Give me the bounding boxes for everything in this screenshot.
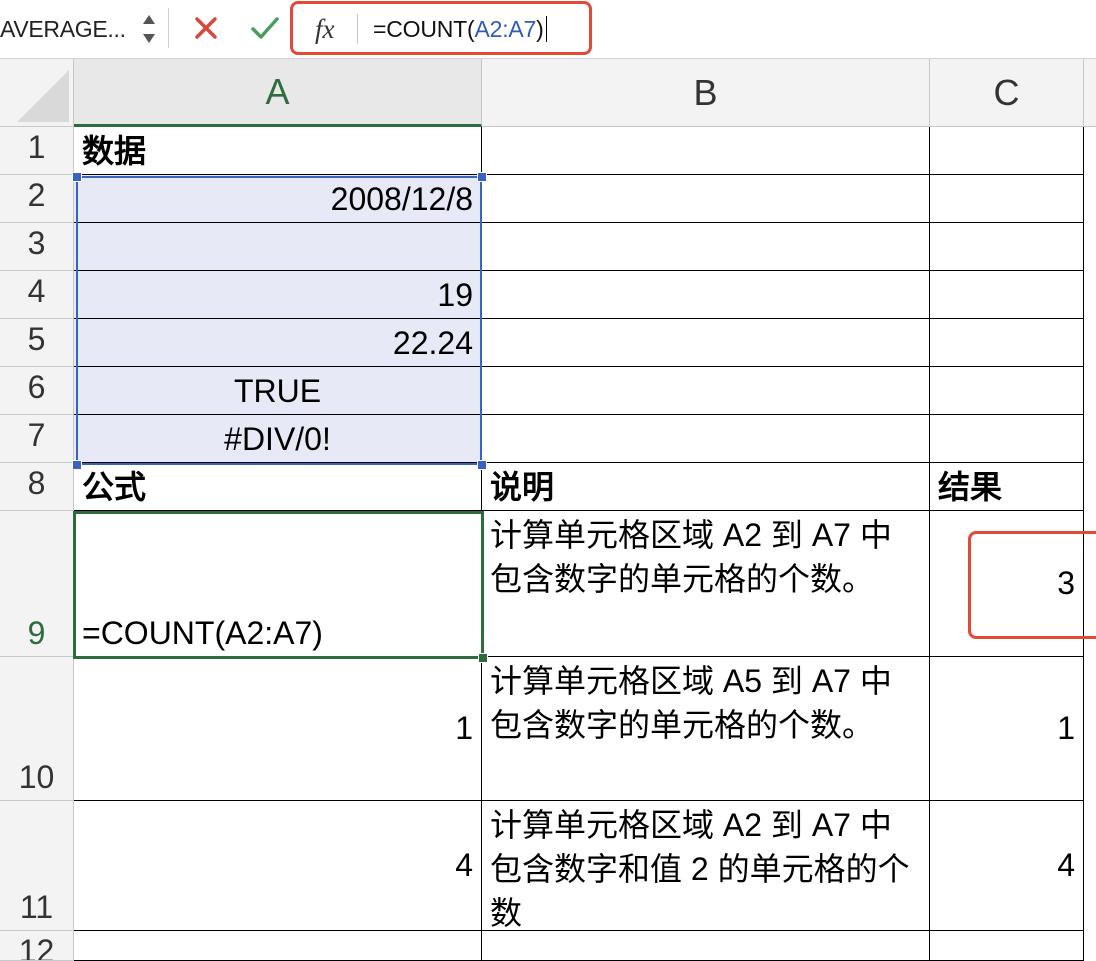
cell-b5[interactable] xyxy=(482,319,930,367)
fill-handle[interactable] xyxy=(478,653,488,663)
cell-c1[interactable] xyxy=(930,127,1084,175)
cell-c10[interactable]: 1 xyxy=(930,657,1084,801)
cell-c2[interactable] xyxy=(930,175,1084,223)
row-header-3[interactable]: 3 xyxy=(0,223,74,271)
divider xyxy=(357,14,358,44)
cell-b8[interactable]: 说明 xyxy=(482,463,930,511)
column-header-c[interactable]: C xyxy=(930,59,1084,127)
fx-icon[interactable]: fx xyxy=(315,14,335,45)
formula-range-ref: A2:A7 xyxy=(474,16,537,42)
cell-a3[interactable] xyxy=(74,223,482,271)
range-handle-top-right[interactable] xyxy=(477,172,487,182)
divider xyxy=(168,8,169,48)
cell-a7[interactable]: #DIV/0! xyxy=(74,415,482,463)
row-header-7[interactable]: 7 xyxy=(0,415,74,463)
cell-b7[interactable] xyxy=(482,415,930,463)
formula-input[interactable]: fx =COUNT(A2:A7) xyxy=(290,1,592,55)
row-header-8[interactable]: 8 xyxy=(0,463,74,511)
cell-b3[interactable] xyxy=(482,223,930,271)
name-box[interactable]: AVERAGE... xyxy=(0,6,164,50)
cell-a12[interactable] xyxy=(74,931,482,961)
row-header-2[interactable]: 2 xyxy=(0,175,74,223)
cell-b2[interactable] xyxy=(482,175,930,223)
cell-c11[interactable]: 4 xyxy=(930,801,1084,931)
spreadsheet-grid: A B C 1 2 3 4 5 6 7 8 9 10 11 12 数据 2008… xyxy=(0,59,1096,961)
row-header-9[interactable]: 9 xyxy=(0,511,74,657)
cell-c6[interactable] xyxy=(930,367,1084,415)
range-handle-bottom-right[interactable] xyxy=(477,460,487,470)
cell-c7[interactable] xyxy=(930,415,1084,463)
cell-b10[interactable]: 计算单元格区域 A5 到 A7 中包含数字的单元格的个数。 xyxy=(482,657,930,801)
cell-c5[interactable] xyxy=(930,319,1084,367)
cell-b12[interactable] xyxy=(482,931,930,961)
cell-c8[interactable]: 结果 xyxy=(930,463,1084,511)
formula-text[interactable]: =COUNT(A2:A7) xyxy=(373,16,548,43)
cell-c12[interactable] xyxy=(930,931,1084,961)
cell-c4[interactable] xyxy=(930,271,1084,319)
cancel-x-icon[interactable] xyxy=(190,12,222,44)
cell-b11[interactable]: 计算单元格区域 A2 到 A7 中包含数字和值 2 的单元格的个数 xyxy=(482,801,930,931)
row-header-6[interactable]: 6 xyxy=(0,367,74,415)
enter-checkmark-icon[interactable] xyxy=(248,12,282,44)
select-all-triangle-icon xyxy=(17,70,69,122)
cell-a11[interactable]: 4 xyxy=(74,801,482,931)
row-header-10[interactable]: 10 xyxy=(0,657,74,801)
cell-b1[interactable] xyxy=(482,127,930,175)
cell-a9[interactable]: =COUNT(A2:A7) xyxy=(74,511,482,657)
cell-a6[interactable]: TRUE xyxy=(74,367,482,415)
row-header-12[interactable]: 12 xyxy=(0,931,74,961)
cell-b4[interactable] xyxy=(482,271,930,319)
cell-a1[interactable]: 数据 xyxy=(74,127,482,175)
row-header-11[interactable]: 11 xyxy=(0,801,74,931)
range-handle-top-left[interactable] xyxy=(72,172,82,182)
column-header-d[interactable] xyxy=(1084,59,1096,127)
name-box-value[interactable]: AVERAGE... xyxy=(0,16,126,43)
cell-a10[interactable]: 1 xyxy=(74,657,482,801)
cell-a4[interactable]: 19 xyxy=(74,271,482,319)
row-header-5[interactable]: 5 xyxy=(0,319,74,367)
text-caret xyxy=(545,16,548,42)
formula-prefix: =COUNT( xyxy=(373,16,475,42)
formula-bar: AVERAGE... fx =COUNT(A2:A7) xyxy=(0,0,1096,59)
cell-b9[interactable]: 计算单元格区域 A2 到 A7 中包含数字的单元格的个数。 xyxy=(482,511,930,657)
stepper-arrows-icon[interactable] xyxy=(138,10,160,48)
cell-b6[interactable] xyxy=(482,367,930,415)
row-header-1[interactable]: 1 xyxy=(0,127,74,175)
column-header-b[interactable]: B xyxy=(482,59,930,127)
cell-c3[interactable] xyxy=(930,223,1084,271)
select-all-corner[interactable] xyxy=(0,59,74,127)
cell-a8[interactable]: 公式 xyxy=(74,463,482,511)
cell-a5[interactable]: 22.24 xyxy=(74,319,482,367)
row-header-4[interactable]: 4 xyxy=(0,271,74,319)
range-handle-bottom-left[interactable] xyxy=(72,460,82,470)
cell-a2[interactable]: 2008/12/8 xyxy=(74,175,482,223)
column-header-a[interactable]: A xyxy=(74,59,482,127)
formula-suffix: ) xyxy=(536,16,544,42)
cell-c9[interactable]: 3 xyxy=(930,511,1084,657)
